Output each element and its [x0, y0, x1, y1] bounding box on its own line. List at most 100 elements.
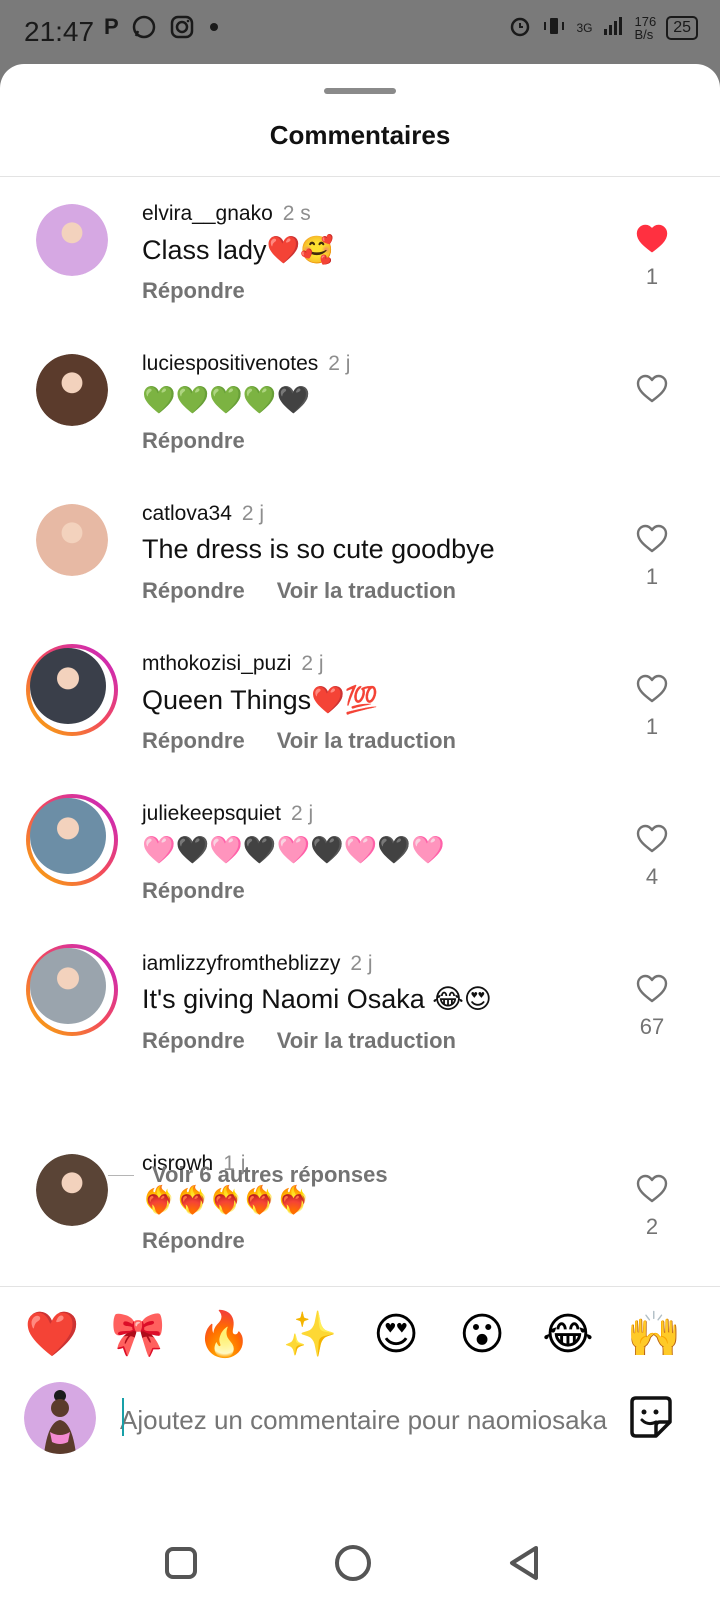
reaction-emoji-button[interactable]: 🙌 [624, 1304, 684, 1364]
reply-button[interactable]: Répondre [142, 578, 245, 604]
like-count: 1 [645, 714, 659, 739]
comment-username[interactable]: iamlizzyfromtheblizzy 2 j [142, 952, 373, 976]
avatar[interactable] [36, 354, 108, 426]
comment-username[interactable]: juliekeepsquiet 2 j [142, 802, 313, 826]
vibrate-icon [542, 14, 566, 41]
comment-actions: Répondre [142, 1228, 245, 1254]
like-button[interactable]: 1 [634, 224, 670, 290]
back-triangle-icon[interactable] [500, 1538, 550, 1588]
heart-icon [636, 674, 668, 703]
avatar[interactable] [36, 204, 108, 276]
avatar[interactable] [36, 504, 108, 576]
like-count: 4 [645, 864, 659, 889]
reply-button[interactable]: Répondre [142, 428, 245, 454]
username-text[interactable]: iamlizzyfromtheblizzy [142, 952, 340, 975]
see-translation-button[interactable]: Voir la traduction [277, 578, 456, 604]
comment-time: 2 j [241, 502, 265, 525]
reaction-emoji-button[interactable]: 🔥 [194, 1304, 254, 1364]
reply-button[interactable]: Répondre [142, 878, 245, 904]
sheet-title: Commentaires [269, 120, 451, 150]
comment-text: ❤️‍🔥❤️‍🔥❤️‍🔥❤️‍🔥❤️‍🔥 [142, 1185, 311, 1215]
quick-reaction-bar: ❤️ 🎀 🔥 ✨ 😍 😮 😂 🙌 [0, 1304, 720, 1364]
avatar-image [36, 204, 108, 276]
comments-sheet: Commentaires elvira__gnako 2 s Class lady❤… [0, 64, 720, 1600]
avatar-image [36, 504, 108, 576]
divider [0, 1286, 720, 1287]
comment-username[interactable]: elvira__gnako 2 s [142, 202, 311, 226]
comment-username[interactable]: catlova34 2 j [142, 502, 264, 526]
like-count: 1 [645, 564, 659, 589]
reaction-emoji-button[interactable]: ✨ [280, 1304, 340, 1364]
p-icon: P [104, 14, 119, 39]
reply-button[interactable]: Répondre [142, 1028, 245, 1054]
like-button[interactable]: 1 [634, 674, 670, 740]
reaction-emoji-button[interactable]: 😮 [452, 1304, 512, 1364]
comment-text: Queen Things❤️💯 [142, 685, 379, 715]
instagram-icon [169, 14, 195, 40]
speed-readout: 176 B/s [635, 15, 657, 41]
reply-button[interactable]: Répondre [142, 728, 245, 754]
avatar-image [30, 948, 106, 1024]
comment-text: Class lady❤️🥰 [142, 235, 334, 265]
like-button[interactable]: 2 [634, 1174, 670, 1240]
reply-button[interactable]: Répondre [142, 1228, 245, 1254]
comment-row: mthokozisi_puzi 2 j Queen Things❤️💯 Répondr… [0, 634, 720, 764]
comment-text: 💚💚💚💚🖤 [142, 385, 311, 415]
whatsapp-icon [131, 14, 157, 40]
system-nav-bar [0, 1524, 720, 1600]
divider [0, 176, 720, 177]
recents-square-icon[interactable] [156, 1538, 206, 1588]
dot-icon [207, 20, 221, 34]
heart-icon [636, 824, 668, 853]
avatar-image [30, 798, 106, 874]
username-text[interactable]: elvira__gnako [142, 202, 273, 225]
see-translation-button[interactable]: Voir la traduction [277, 728, 456, 754]
avatar[interactable] [36, 1154, 108, 1226]
comment-composer [0, 1380, 720, 1454]
signal-icon [603, 15, 625, 40]
username-text[interactable]: juliekeepsquiet [142, 802, 281, 825]
like-button[interactable]: 67 [634, 974, 670, 1040]
username-text[interactable]: catlova34 [142, 502, 232, 525]
reaction-emoji-button[interactable]: ❤️ [22, 1304, 82, 1364]
comment-row: elvira__gnako 2 s Class lady❤️🥰 Répondre 1 [0, 184, 720, 314]
like-button[interactable] [634, 374, 670, 414]
comment-actions: Répondre Voir la traduction [142, 728, 456, 754]
like-count: 1 [645, 264, 659, 289]
comment-row: catlova34 2 j The dress is so cute goodbye… [0, 484, 720, 614]
like-button[interactable]: 1 [634, 524, 670, 590]
text-cursor [122, 1398, 124, 1436]
drag-handle[interactable] [324, 88, 396, 94]
comment-input[interactable] [120, 1400, 610, 1440]
comment-username[interactable]: mthokozisi_puzi 2 j [142, 652, 324, 676]
comment-row: iamlizzyfromtheblizzy 2 j It's giving Naom… [0, 934, 720, 1064]
speed-value: 176 [634, 13, 657, 29]
avatar[interactable] [26, 644, 118, 736]
sticker-icon[interactable] [626, 1392, 676, 1442]
comment-row: juliekeepsquiet 2 j 🩷🖤🩷🖤🩷🖤🩷🖤🩷 Répondre 4 [0, 784, 720, 914]
comment-time: 2 j [301, 652, 324, 675]
thread-line [108, 1174, 134, 1176]
reaction-emoji-button[interactable]: 😍 [366, 1304, 426, 1364]
heart-icon [636, 374, 668, 403]
reaction-emoji-button[interactable]: 😂 [538, 1304, 598, 1364]
username-text[interactable]: luciespositivenotes [142, 352, 318, 375]
like-button[interactable]: 4 [634, 824, 670, 890]
reaction-emoji-button[interactable]: 🎀 [108, 1304, 168, 1364]
view-more-replies-button[interactable]: Voir 6 autres réponses [108, 1162, 388, 1188]
username-text[interactable]: mthokozisi_puzi [142, 652, 291, 675]
comment-actions: Répondre [142, 278, 245, 304]
comment-actions: Répondre Voir la traduction [142, 1028, 456, 1054]
avatar-image [30, 648, 106, 724]
comment-actions: Répondre [142, 428, 245, 454]
avatar-image [36, 354, 108, 426]
home-circle-icon[interactable] [328, 1538, 378, 1588]
reply-button[interactable]: Répondre [142, 278, 245, 304]
see-translation-button[interactable]: Voir la traduction [277, 1028, 456, 1054]
comment-time: 2 j [290, 802, 314, 825]
comment-username[interactable]: luciespositivenotes 2 j [142, 352, 350, 376]
battery-icon: 25 [666, 15, 698, 40]
comment-time: 2 j [328, 352, 351, 375]
avatar[interactable] [26, 944, 118, 1036]
avatar[interactable] [26, 794, 118, 886]
